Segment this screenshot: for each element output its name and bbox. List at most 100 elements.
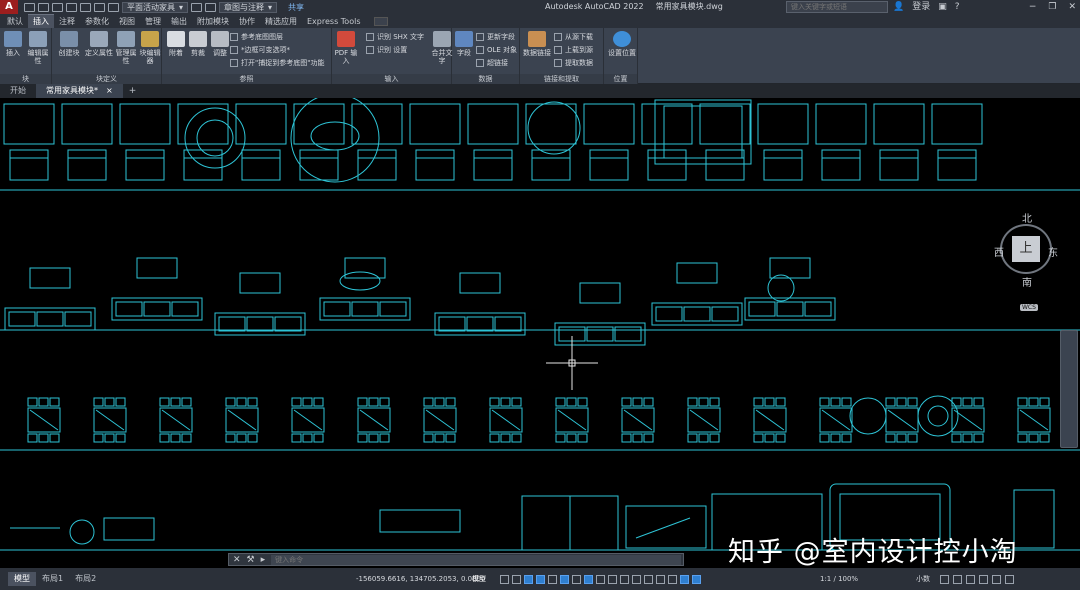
hardware-acceleration-icon[interactable]: [979, 574, 988, 584]
ortho-icon[interactable]: [536, 574, 545, 584]
customization-icon[interactable]: [1005, 574, 1014, 584]
layout-tab[interactable]: 布局1: [36, 572, 69, 586]
viewcube-top-face[interactable]: 上: [1012, 236, 1040, 262]
clip-button[interactable]: 剪裁: [186, 31, 210, 57]
ribbon-tab[interactable]: 输出: [166, 15, 192, 28]
file-tab-current[interactable]: 常用家具模块* ×: [36, 84, 123, 98]
print-icon[interactable]: [66, 2, 77, 12]
furniture-blocks-drawing[interactable]: [0, 98, 1080, 568]
recent-commands-icon[interactable]: ▸: [261, 555, 266, 565]
ribbon-tab[interactable]: 注释: [54, 15, 80, 28]
ribbon-tab[interactable]: 视图: [114, 15, 140, 28]
download-source-button[interactable]: 从源下载: [554, 31, 593, 43]
upload-source-button[interactable]: 上载到源: [554, 44, 593, 56]
minimize-icon[interactable]: −: [1029, 0, 1037, 14]
viewcube[interactable]: 北 南 西 东 上 WCS: [988, 208, 1060, 311]
create-block-button[interactable]: 创建块: [55, 31, 83, 57]
ribbon-tab[interactable]: 插入: [28, 14, 54, 28]
clean-screen-icon[interactable]: [992, 574, 1001, 584]
recognize-settings-button[interactable]: 识别 设置: [366, 44, 407, 56]
set-location-button[interactable]: 设置位置: [608, 31, 636, 57]
compass-east[interactable]: 东: [1048, 244, 1058, 259]
ribbon-minimize-button[interactable]: [373, 17, 388, 26]
adjust-button[interactable]: 调整: [208, 31, 232, 57]
insert-button[interactable]: 插入: [1, 31, 25, 57]
coordinates-readout[interactable]: -156059.6616, 134705.2053, 0.0000: [356, 575, 485, 583]
new-tab-button[interactable]: +: [123, 84, 143, 98]
compass-north[interactable]: 北: [1022, 210, 1032, 225]
share-button[interactable]: 共享: [288, 2, 304, 13]
snap-mode-icon[interactable]: [512, 574, 521, 584]
3d-osnap-icon[interactable]: [632, 574, 641, 584]
ribbon-tab[interactable]: Express Tools: [302, 15, 366, 28]
ole-object-button[interactable]: OLE 对象: [476, 44, 517, 56]
drawing-canvas[interactable]: 北 南 西 东 上 WCS: [0, 98, 1080, 568]
isodraft-icon[interactable]: [560, 574, 569, 584]
open-icon[interactable]: [24, 2, 35, 12]
help-icon[interactable]: ?: [955, 0, 960, 14]
snap-underlay-dropdown[interactable]: 打开"捕捉到参考底图"功能: [230, 57, 324, 69]
navigation-bar[interactable]: [1060, 330, 1078, 448]
search-input[interactable]: [786, 1, 888, 13]
layer-bulb-icon[interactable]: [108, 2, 119, 12]
redo-icon[interactable]: [94, 2, 105, 12]
dynamic-ucs-icon[interactable]: [644, 574, 653, 584]
undo-icon[interactable]: [80, 2, 91, 12]
pdf-import-button[interactable]: PDF 输入: [334, 31, 358, 65]
auto-scale-icon[interactable]: [692, 574, 701, 584]
frame-variable-dropdown[interactable]: *边框可变选项*: [230, 44, 290, 56]
ribbon-tab[interactable]: 默认: [2, 15, 28, 28]
field-button[interactable]: 字段: [452, 31, 476, 57]
object-snap-tracking-icon[interactable]: [572, 574, 581, 584]
autocad-logo-button[interactable]: A: [0, 0, 18, 14]
hyperlink-button[interactable]: 超链接: [476, 57, 508, 69]
polar-icon[interactable]: [548, 574, 557, 584]
isolate-objects-icon[interactable]: [966, 574, 975, 584]
wcs-menu[interactable]: WCS: [1020, 304, 1038, 311]
quick-properties-icon[interactable]: [940, 574, 949, 584]
define-attribute-button[interactable]: 定义属性: [84, 31, 114, 57]
ribbon-tab[interactable]: 附加模块: [192, 15, 234, 28]
ribbon-tab[interactable]: 协作: [234, 15, 260, 28]
user-icon[interactable]: 👤: [893, 0, 904, 14]
update-fields-button[interactable]: 更新字段: [476, 31, 515, 43]
workspace-select[interactable]: 平面活动家具 ▾: [122, 1, 189, 13]
ribbon-tab[interactable]: 精选应用: [260, 15, 302, 28]
manage-attributes-button[interactable]: 管理属性: [114, 31, 138, 65]
lock-ui-icon[interactable]: [953, 574, 962, 584]
close-icon[interactable]: ✕: [1068, 0, 1076, 14]
restore-icon[interactable]: ❐: [1048, 0, 1056, 14]
command-input[interactable]: [271, 554, 682, 565]
cart-icon[interactable]: ▣: [938, 0, 947, 14]
data-link-button[interactable]: 数据链接: [522, 31, 552, 57]
file-tab-start[interactable]: 开始: [0, 84, 36, 98]
extract-data-button[interactable]: 提取数据: [554, 57, 593, 69]
compass-west[interactable]: 西: [994, 244, 1004, 259]
ribbon-tab[interactable]: 参数化: [80, 15, 114, 28]
annotation-scale[interactable]: 1:1 / 100%: [820, 575, 858, 583]
layout-tab[interactable]: 布局2: [69, 572, 102, 586]
save-icon[interactable]: [38, 2, 49, 12]
wrench-icon[interactable]: ⚒: [247, 555, 255, 565]
compass-south[interactable]: 南: [1022, 274, 1032, 289]
selection-filter-icon[interactable]: [656, 574, 665, 584]
layout-tab[interactable]: 模型: [8, 572, 36, 586]
annotation-visibility-icon[interactable]: [680, 574, 689, 584]
save-as-icon[interactable]: [52, 2, 63, 12]
units-select[interactable]: 小数: [916, 574, 930, 584]
close-icon[interactable]: ✕: [233, 555, 241, 565]
gizmo-icon[interactable]: [668, 574, 677, 584]
transparency-icon[interactable]: [608, 574, 617, 584]
lineweight-icon[interactable]: [596, 574, 605, 584]
match-layer-icon[interactable]: [191, 2, 203, 12]
block-editor-button[interactable]: 块编辑器: [138, 31, 162, 65]
underlay-layers-button[interactable]: 参考底图图层: [230, 31, 283, 43]
selection-cycling-icon[interactable]: [620, 574, 629, 584]
edit-attribute-button[interactable]: 编辑属性: [26, 31, 50, 65]
ribbon-tab[interactable]: 管理: [140, 15, 166, 28]
model-space-toggle[interactable]: 模型: [472, 574, 486, 584]
layer-state-select[interactable]: 章图与注释 ▾: [219, 1, 278, 13]
attach-button[interactable]: 附着: [164, 31, 188, 57]
infer-constraints-icon[interactable]: [524, 574, 533, 584]
grid-icon[interactable]: [500, 574, 509, 584]
